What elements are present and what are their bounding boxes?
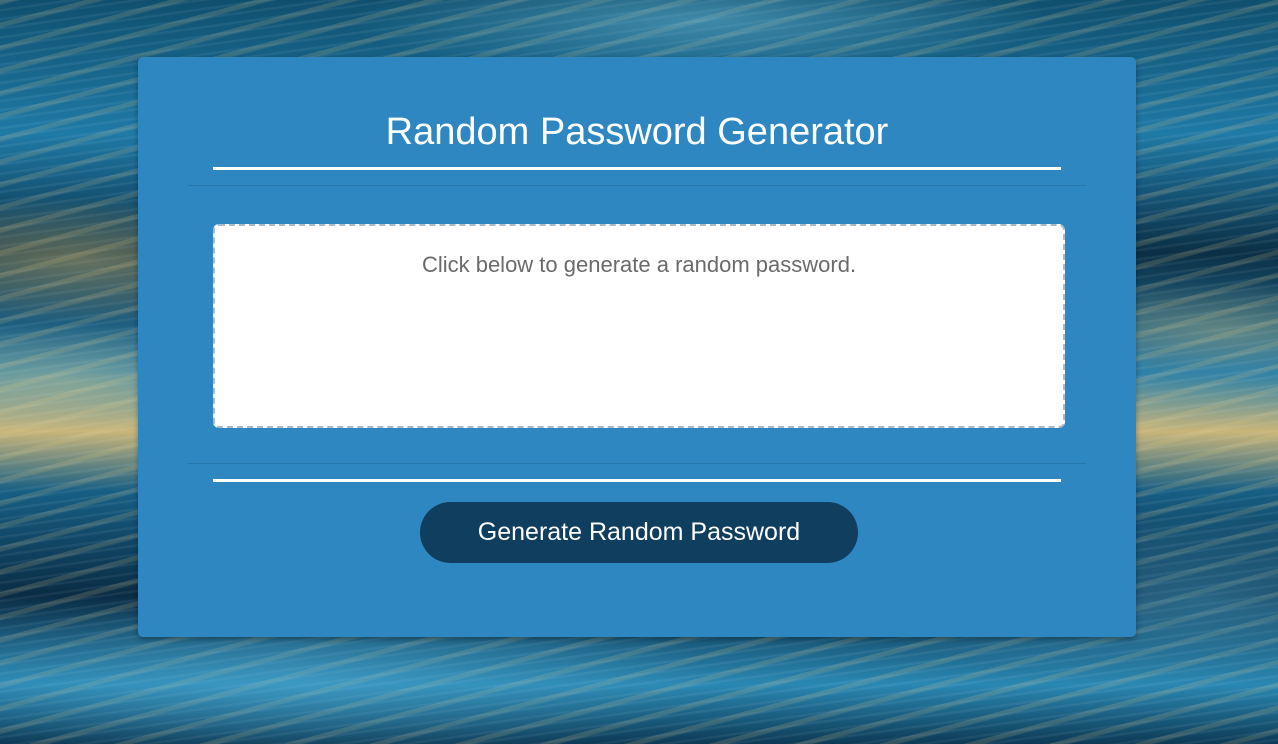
- header-divider: [188, 185, 1086, 186]
- button-topline: [213, 479, 1061, 482]
- footer-divider: [188, 463, 1086, 464]
- password-generator-card: Random Password Generator Generate Rando…: [138, 57, 1136, 637]
- password-output-field[interactable]: [213, 224, 1065, 428]
- page-title: Random Password Generator: [385, 111, 889, 153]
- title-underline: [213, 167, 1061, 170]
- generate-password-button[interactable]: Generate Random Password: [420, 502, 858, 563]
